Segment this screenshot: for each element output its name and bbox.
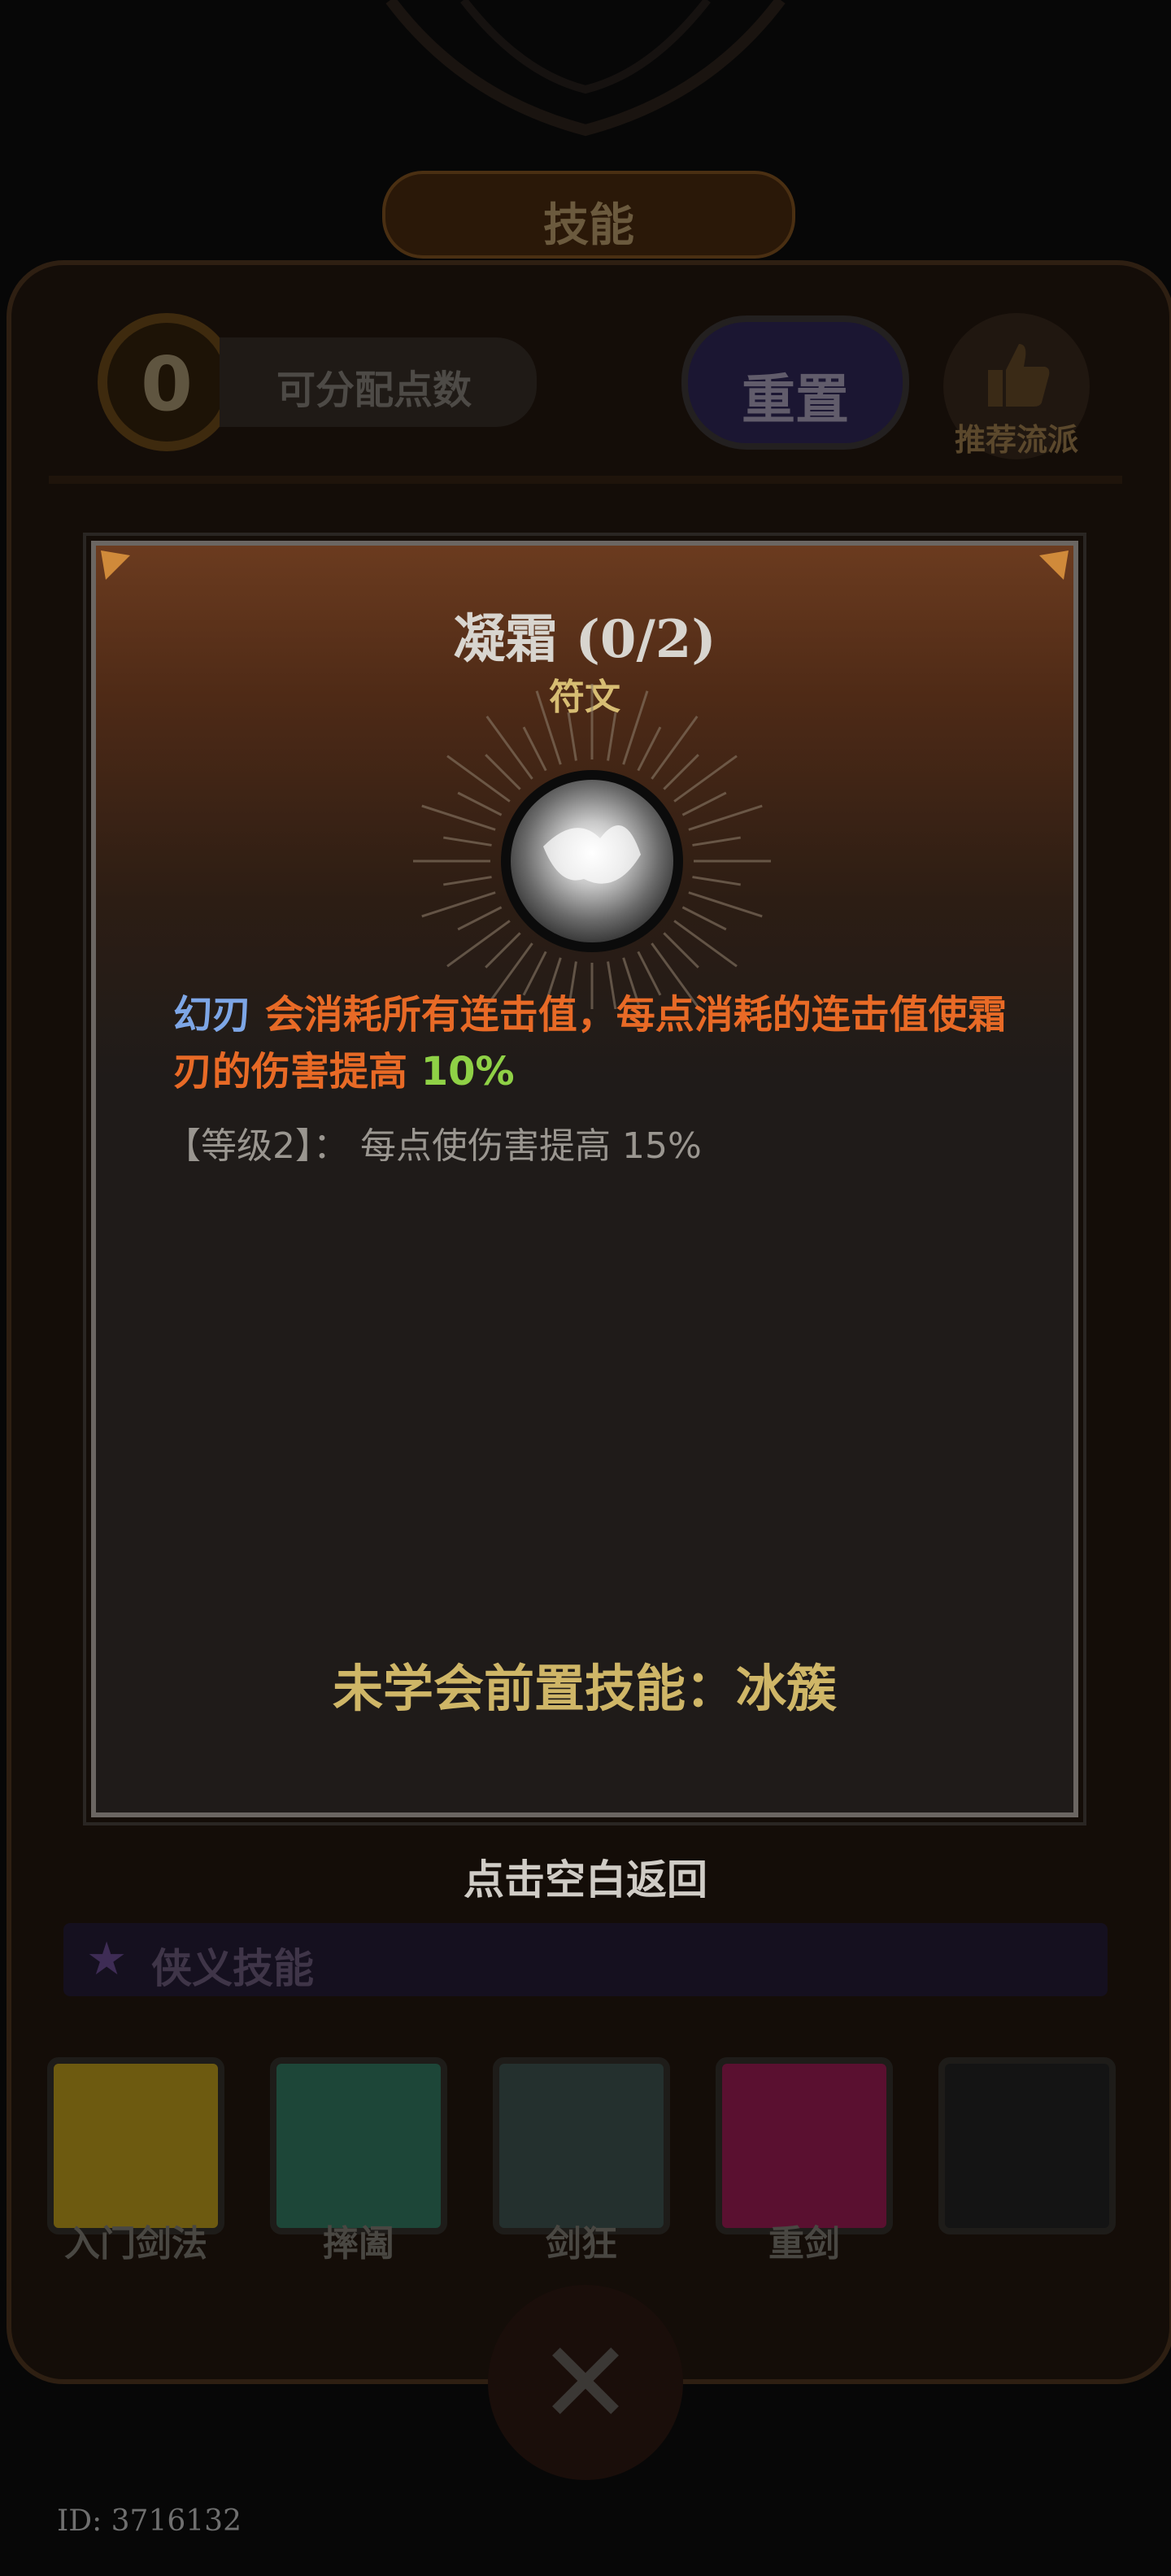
skill-description: 幻刃 会消耗所有连击值，每点消耗的连击值使霜刃的伤害提高 10% (173, 986, 1019, 1100)
frost-orb-icon (413, 684, 771, 1009)
orb-ray (421, 891, 496, 918)
corner-ornament-icon (101, 550, 130, 580)
skill-slot-sword-frenzy[interactable]: 剑狂 (493, 2057, 670, 2265)
skill-slot-label: 入门剑法 (64, 2223, 207, 2265)
recommend-build-button[interactable]: 推荐流派 (943, 313, 1090, 459)
skill-slot-label: 剑狂 (546, 2223, 617, 2265)
orb-ray (443, 836, 492, 846)
skill-detail-dialog[interactable]: 凝霜 (0/2) 符文 幻刃 会消耗所有连击值，每点消耗的连击值使霜刃的伤害提高… (83, 533, 1086, 1825)
orb-ray (457, 791, 503, 816)
tap-to-return-hint[interactable]: 点击空白返回 (0, 1847, 1171, 1906)
orb-ray (673, 755, 738, 803)
orb-ray (663, 932, 699, 968)
orb-ray (651, 716, 699, 780)
orb-ray (567, 712, 577, 761)
star-icon: ★ (86, 1933, 128, 1986)
orb-ray (692, 836, 741, 846)
skill-value: 10% (420, 1049, 515, 1094)
divider (49, 476, 1122, 484)
orb-ray (485, 932, 521, 968)
skill-slot-basic-sword[interactable]: 入门剑法 (47, 2057, 224, 2265)
skill-description-text: 会消耗所有连击值，每点消耗的连击值使霜刃的伤害提高 (173, 992, 1007, 1094)
skill-level-info: 【等级2】： 每点使伤害提高 15% (165, 1125, 702, 1167)
orb-ray (446, 920, 511, 968)
section-label: 侠义技能 (151, 1945, 314, 1992)
points-counter: 0 (98, 313, 236, 451)
orb-ray (673, 920, 738, 968)
orb-ray (688, 804, 763, 831)
recommend-build-label: 推荐流派 (954, 422, 1078, 458)
orb-ray (457, 906, 503, 931)
reset-button[interactable]: 重置 (681, 315, 909, 450)
prerequisite-text: 未学会前置技能：冰簇 (332, 1659, 837, 1718)
orb-ray (535, 690, 562, 765)
skill-slot-empty[interactable] (938, 2057, 1116, 2234)
orb-ray (443, 876, 492, 886)
orb-ray (485, 754, 521, 790)
skill-slot-shuaihe[interactable]: 摔阖 (270, 2057, 447, 2265)
orb-ray (622, 690, 649, 765)
orb-ray (681, 906, 727, 931)
points-label: 可分配点数 (276, 368, 472, 413)
skill-keyword: 幻刃 (173, 992, 252, 1038)
orb-ray (681, 791, 727, 816)
points-label-bar: 可分配点数 (220, 337, 537, 427)
points-value: 0 (140, 341, 193, 428)
player-id: ID: 3716132 (57, 2504, 242, 2538)
corner-ornament-icon (1039, 550, 1069, 580)
crossed-swords-icon: ✕ (538, 2317, 633, 2450)
skill-slot-heavy-sword[interactable]: 重剑 (716, 2057, 893, 2265)
section-header-bar: ★ 侠义技能 (63, 1923, 1108, 1996)
top-ornament (385, 0, 786, 137)
orb-ray (421, 804, 496, 831)
orb-ray (607, 712, 617, 761)
page-title: 技能 (543, 199, 634, 252)
orb-ray (522, 726, 547, 772)
title-bar: 技能 (382, 171, 795, 259)
skill-slot-label: 重剑 (768, 2223, 840, 2265)
crossed-swords-emblem[interactable]: ✕ (488, 2285, 683, 2480)
orb-ray (485, 716, 533, 780)
thumbs-up-icon (988, 344, 1050, 407)
skill-slot-label: 摔阖 (323, 2223, 394, 2265)
reset-button-label: 重置 (742, 368, 849, 431)
orb-ray (692, 876, 741, 886)
orb-ray (637, 726, 662, 772)
orb-ray (688, 891, 763, 918)
orb-ray (446, 755, 511, 803)
orb-ray (663, 754, 699, 790)
skill-title: 凝霜 (0/2) (453, 609, 716, 670)
